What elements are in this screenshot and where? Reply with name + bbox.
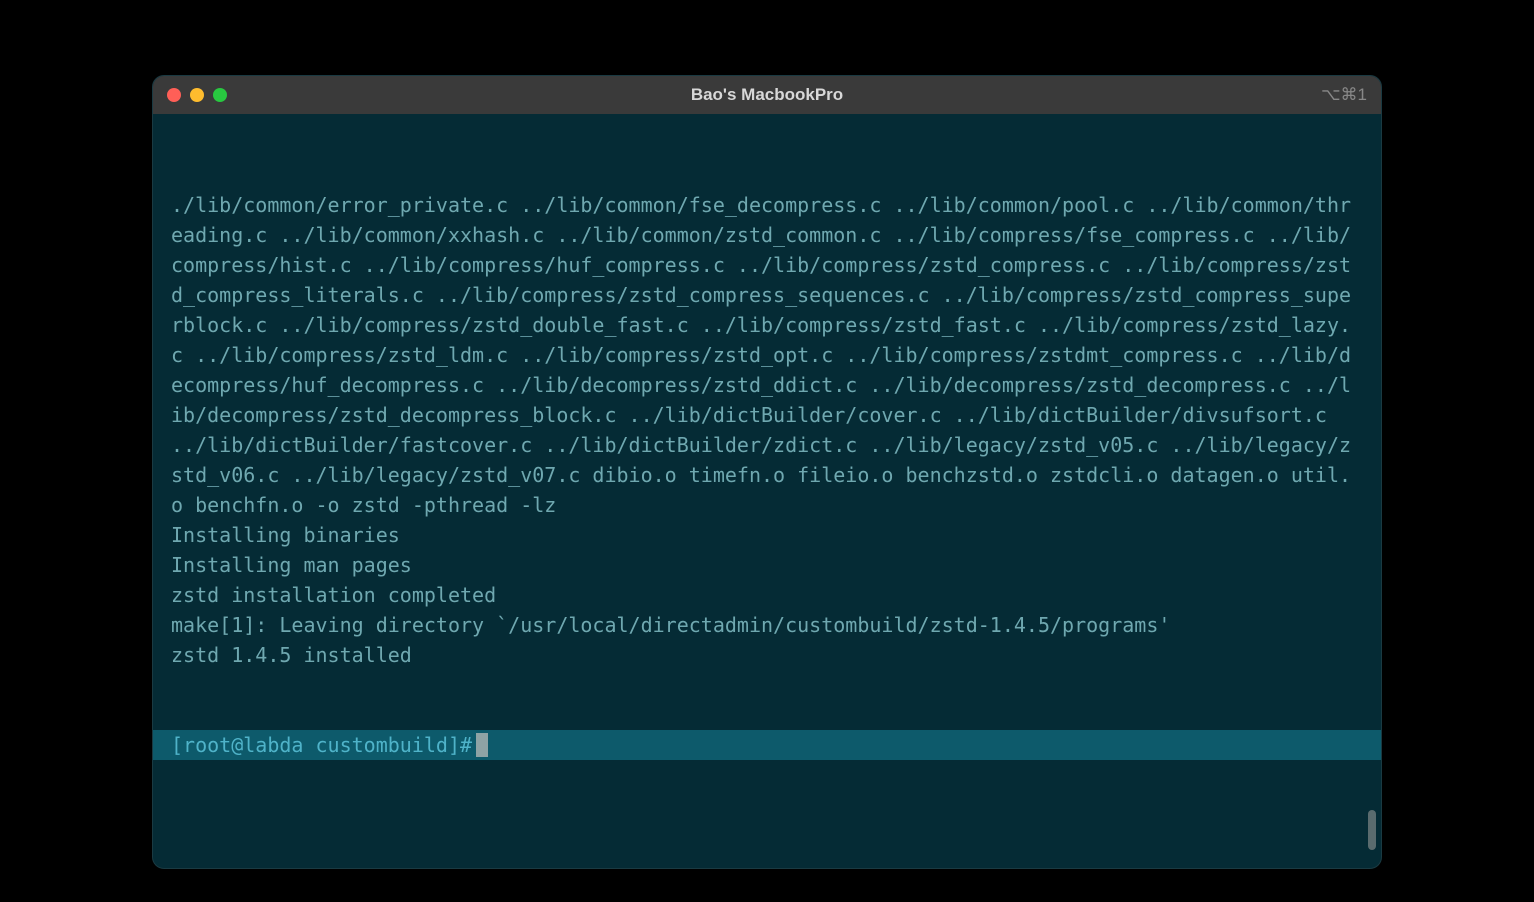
scrollbar[interactable] <box>1368 810 1376 850</box>
window-title: Bao's MacbookPro <box>691 85 843 105</box>
terminal-output: ./lib/common/error_private.c ../lib/comm… <box>171 190 1363 670</box>
minimize-button[interactable] <box>190 88 204 102</box>
prompt-row[interactable]: [root@labda custombuild]# <box>153 730 1381 760</box>
title-bar: Bao's MacbookPro ⌥⌘1 <box>153 76 1381 114</box>
cursor-icon <box>476 733 488 757</box>
close-button[interactable] <box>167 88 181 102</box>
shortcut-indicator: ⌥⌘1 <box>1321 85 1367 105</box>
shell-prompt: [root@labda custombuild]# <box>171 730 472 760</box>
maximize-button[interactable] <box>213 88 227 102</box>
terminal-window: Bao's MacbookPro ⌥⌘1 ./lib/common/error_… <box>152 75 1382 869</box>
terminal-body[interactable]: ./lib/common/error_private.c ../lib/comm… <box>153 114 1381 868</box>
traffic-lights <box>167 88 227 102</box>
